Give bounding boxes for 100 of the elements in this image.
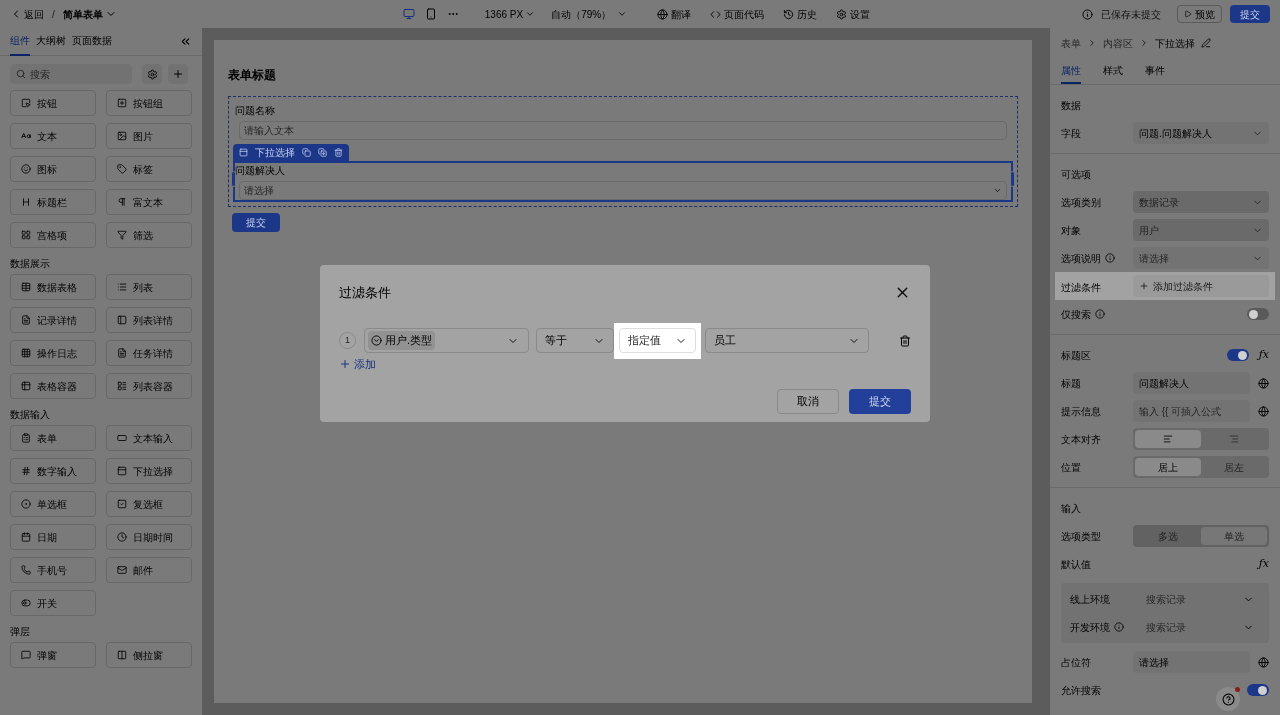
desktop-icon[interactable] [402,8,415,20]
breadcrumb-item[interactable]: 内容区 [1103,35,1133,51]
value-select[interactable]: 员工 [704,328,869,353]
text-area[interactable]: 输入 {{ 可插入公式 [1133,400,1250,422]
component-item[interactable]: 任务详情 [106,340,192,366]
panel-tab[interactable]: 属性 [1061,58,1081,84]
resize-handle[interactable] [1010,171,1015,187]
input-icon [117,433,127,443]
component-item[interactable]: 手机号 [10,557,96,583]
form-title: 表单标题 [228,67,277,84]
width-dropdown[interactable]: 1366 PX [484,6,536,22]
component-item[interactable]: 文本 [10,123,96,149]
panel-tab[interactable]: 事件 [1145,58,1165,84]
component-item[interactable]: 宫格项 [10,222,96,248]
component-item[interactable]: 侧拉窗 [106,642,192,668]
search-field[interactable]: 搜索 [10,64,132,84]
value-type-select[interactable]: 指定值 [618,328,696,353]
toolbar-action[interactable]: 页面代码 [710,6,765,22]
preview-button[interactable]: 预览 [1177,5,1222,23]
field-label: 提示信息 [1061,404,1101,419]
field-label: 对象 [1061,223,1081,238]
segment-option[interactable]: 居上 [1135,458,1201,476]
form-field[interactable]: 问题名称 请输入文本 [233,101,1013,142]
component-item[interactable]: 图片 [106,123,192,149]
edit-icon[interactable] [1201,38,1211,48]
panel-tab[interactable]: 页面数据 [72,28,112,56]
paragraph-icon [117,197,127,207]
select-field[interactable]: 请选择 [1133,247,1269,269]
cancel-button[interactable]: 取消 [777,389,839,414]
copy-icon[interactable] [302,148,311,157]
submit-button[interactable]: 提交 [849,389,911,414]
component-item[interactable]: 文本输入 [106,425,192,451]
panel-tab[interactable]: 组件 [10,28,30,56]
panel-tab[interactable]: 大纲树 [36,28,66,56]
component-item[interactable]: 标题栏 [10,189,96,215]
component-item[interactable]: 按钮 [10,90,96,116]
component-item[interactable]: 筛选 [106,222,192,248]
component-item[interactable]: 下拉选择 [106,458,192,484]
component-item[interactable]: 数字输入 [10,458,96,484]
panel-tab[interactable]: 样式 [1103,58,1123,84]
component-item[interactable]: 记录详情 [10,307,96,333]
component-item[interactable]: 表单 [10,425,96,451]
select-field[interactable]: 问题.问题解决人 [1133,122,1269,144]
form-field[interactable]: 问题解决人 请选择 [233,161,1013,202]
component-item[interactable]: 数据表格 [10,274,96,300]
resize-handle[interactable] [231,171,236,187]
component-item[interactable]: 列表 [106,274,192,300]
operator-select[interactable]: 等于 [535,328,614,353]
add-button[interactable] [168,64,188,84]
component-item[interactable]: 单选框 [10,491,96,517]
page-title-dropdown[interactable]: 简单表单 [62,6,117,22]
segmented-control[interactable]: 居上 居左 [1133,456,1269,478]
globe-icon[interactable] [1258,656,1269,668]
globe-icon [657,8,669,20]
collapse-icon[interactable] [179,35,192,48]
delete-icon[interactable] [899,334,911,347]
breadcrumb-item[interactable]: 表单 [1061,35,1081,51]
component-item[interactable]: 开关 [10,590,96,616]
select-field[interactable]: 请选择 [239,181,1007,200]
submit-button[interactable]: 提交 [1230,5,1270,23]
toggle-switch[interactable] [1247,308,1269,320]
search-select[interactable]: 搜索记录 [1140,616,1260,638]
text-area[interactable]: 问题解决人 [1133,372,1250,394]
mobile-icon[interactable] [424,8,437,20]
component-item[interactable]: 标签 [106,156,192,182]
component-item[interactable]: 列表容器 [106,373,192,399]
toolbar-action[interactable]: 翻译 [657,6,692,22]
text-input[interactable]: 请输入文本 [239,121,1007,140]
settings-button[interactable] [142,64,162,84]
text-area[interactable]: 请选择 [1133,651,1250,673]
component-item[interactable]: 按钮组 [106,90,192,116]
toolbar-action[interactable]: 设置 [836,6,871,22]
formula-button[interactable]: ƒx [1258,555,1269,573]
add-condition-link[interactable]: 添加 [339,355,376,372]
component-item[interactable]: 日期 [10,524,96,550]
component-item[interactable]: 操作日志 [10,340,96,366]
formula-button[interactable]: ƒx [1258,346,1269,364]
zoom-dropdown[interactable]: 自动（79%） [551,6,628,22]
toggle-switch[interactable] [1226,349,1249,361]
component-item[interactable]: 复选框 [106,491,192,517]
duplicate-icon[interactable] [318,148,327,157]
component-item[interactable]: 列表详情 [106,307,192,333]
plus-icon [1139,281,1149,291]
search-select[interactable]: 搜索记录 [1140,588,1260,610]
component-item[interactable]: 表格容器 [10,373,96,399]
toggle-switch[interactable] [1247,684,1269,696]
globe-icon[interactable] [1258,377,1269,389]
component-item[interactable]: 富文本 [106,189,192,215]
component-item[interactable]: 日期时间 [106,524,192,550]
segment-option[interactable]: 居左 [1201,458,1267,476]
toolbar-action[interactable]: 历史 [783,6,818,22]
component-item[interactable]: 邮件 [106,557,192,583]
submit-button[interactable]: 提交 [232,213,280,232]
component-item[interactable]: 图标 [10,156,96,182]
add-filter-button[interactable]: 添加过滤条件 [1133,275,1269,297]
delete-icon[interactable] [334,148,343,157]
component-item[interactable]: 弹窗 [10,642,96,668]
field-select[interactable]: 用户.类型 [363,328,529,353]
back-button[interactable]: 返回 [10,6,44,22]
globe-icon[interactable] [1258,405,1269,417]
